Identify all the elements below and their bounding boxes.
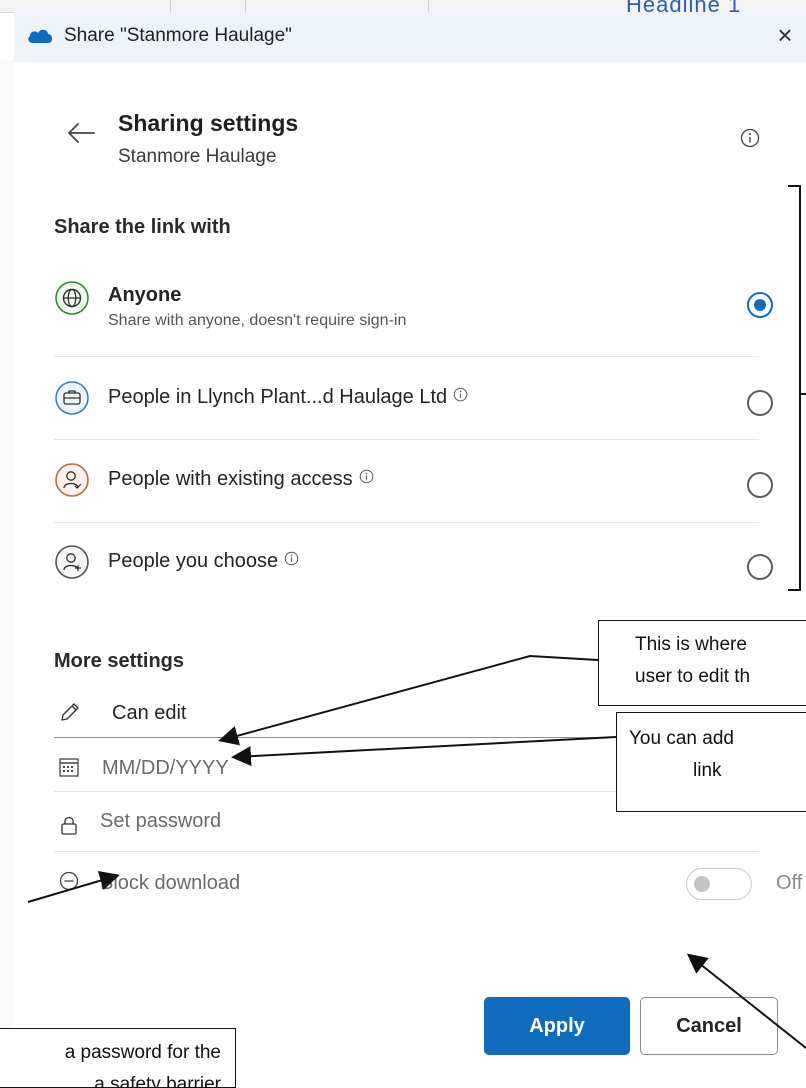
annotation-text: link bbox=[693, 760, 722, 781]
annotation-expiry-note: You can add link bbox=[616, 712, 806, 812]
annotation-overlay bbox=[27, 185, 806, 1049]
annotation-text: You can add bbox=[629, 728, 734, 749]
annotation-text: a password for the bbox=[64, 1042, 221, 1063]
arrow-to-permission bbox=[218, 654, 599, 746]
arrow-to-password bbox=[27, 870, 120, 903]
arrow-to-expiry bbox=[231, 736, 617, 767]
arrow-to-toggle bbox=[686, 953, 806, 1049]
annotation-text: user to edit th bbox=[635, 666, 751, 687]
annotation-text: a safety barrier bbox=[94, 1074, 221, 1088]
selection-bracket bbox=[788, 185, 806, 591]
annotation-password-note: a password for the a safety barrier bbox=[0, 1028, 236, 1088]
annotation-text: This is where bbox=[635, 634, 747, 655]
annotation-edit-note: This is where user to edit th bbox=[598, 620, 806, 706]
